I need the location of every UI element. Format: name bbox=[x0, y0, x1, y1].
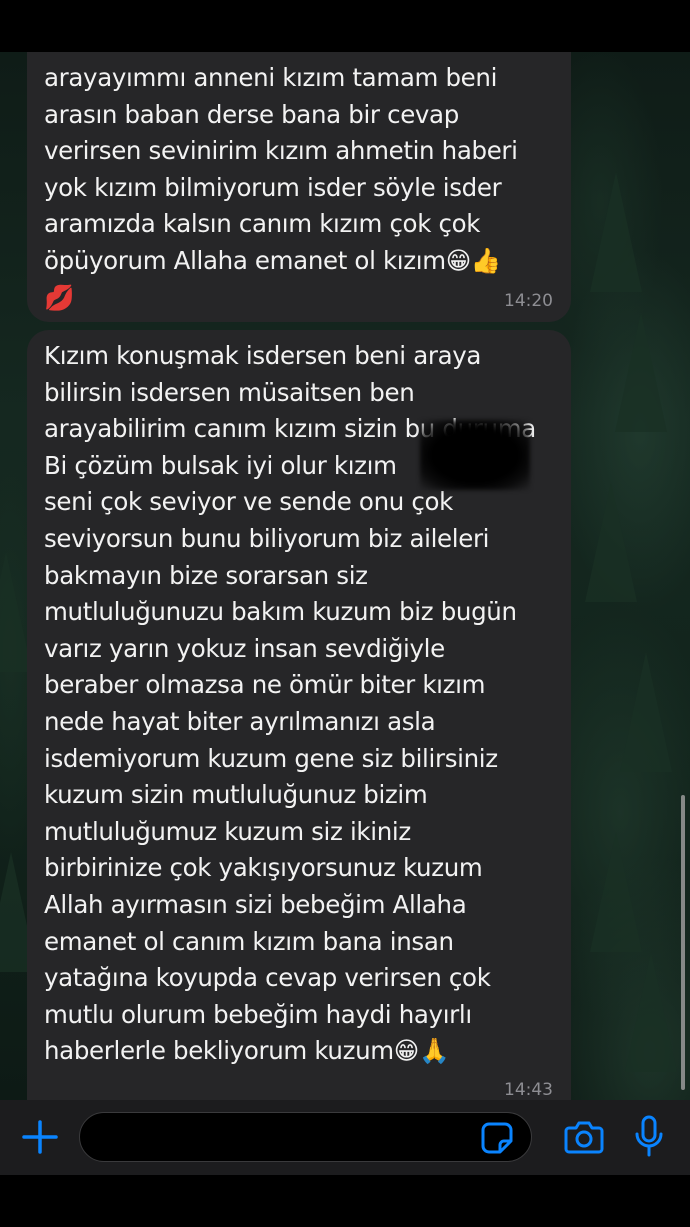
wallpaper-tree bbox=[615, 312, 667, 432]
sticker-button[interactable] bbox=[480, 1121, 514, 1155]
camera-button[interactable] bbox=[563, 1118, 605, 1156]
message-timestamp: 14:43 bbox=[504, 1080, 553, 1100]
wallpaper-tree bbox=[590, 172, 642, 292]
message-timestamp: 14:20 bbox=[504, 291, 553, 311]
plus-icon bbox=[22, 1120, 58, 1154]
microphone-icon bbox=[635, 1115, 663, 1157]
wallpaper-tree bbox=[625, 952, 677, 1072]
microphone-button[interactable] bbox=[633, 1114, 665, 1158]
message-input[interactable] bbox=[79, 1112, 532, 1162]
message-bubble[interactable]: arayayımmı anneni kızım tamam beni arası… bbox=[27, 52, 571, 322]
wallpaper-tree bbox=[620, 652, 672, 772]
attach-button[interactable] bbox=[20, 1115, 60, 1159]
message-text: arayayımmı anneni kızım tamam beni arası… bbox=[44, 63, 518, 312]
sticker-icon bbox=[481, 1122, 513, 1154]
wallpaper-tree bbox=[585, 482, 637, 602]
wallpaper-tree bbox=[590, 832, 642, 952]
scrollbar[interactable] bbox=[681, 795, 685, 1090]
home-indicator-area bbox=[0, 1175, 690, 1227]
redaction-mark bbox=[420, 420, 530, 490]
camera-icon bbox=[564, 1121, 604, 1154]
